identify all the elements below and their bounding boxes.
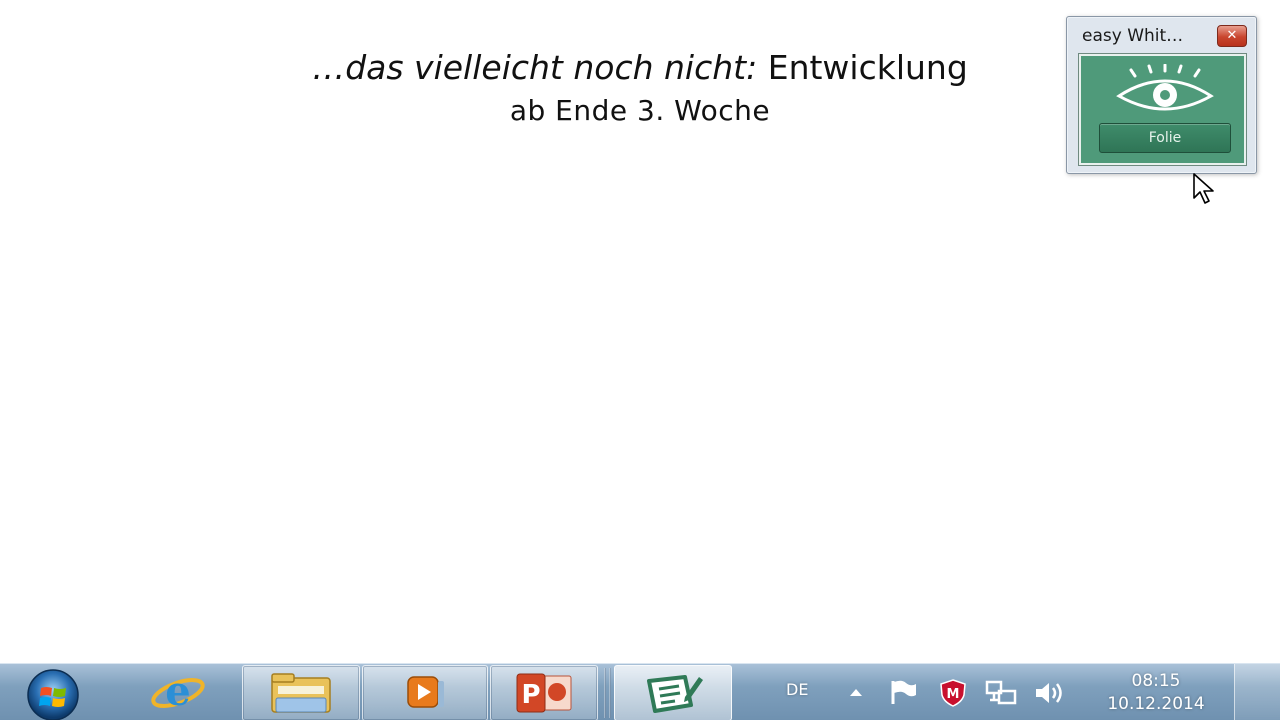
media-play-icon [407,676,444,708]
folder-icon [271,673,331,713]
show-hidden-icons-arrow-icon[interactable] [848,686,864,698]
taskbar-media-player[interactable] [362,665,488,720]
widget-title[interactable]: easy Whit… [1082,26,1183,46]
svg-text:e: e [165,669,190,715]
taskbar: e P DE M 08:15 10.12.2014 [0,663,1280,720]
windows-logo-icon[interactable] [14,666,92,720]
internet-explorer-icon: e [151,669,205,715]
clock-time: 08:15 [1131,671,1181,691]
svg-text:M: M [947,687,960,702]
taskbar-easy-whiteboard[interactable] [614,665,732,720]
folie-button[interactable]: Folie [1099,123,1231,153]
mouse-cursor-icon [1193,173,1214,204]
eye-icon[interactable] [1113,64,1217,118]
taskbar-powerpoint[interactable]: P [490,665,598,720]
network-icon[interactable] [984,678,1018,708]
svg-text:P: P [521,680,540,710]
taskbar-windows-explorer[interactable] [242,665,360,720]
clock-date: 10.12.2014 [1107,694,1205,714]
easy-whiteboard-widget[interactable]: easy Whit… ✕ Folie [1066,16,1257,174]
taskbar-separator [604,668,606,718]
language-indicator[interactable]: DE [786,680,808,699]
slide-title-italic: …das vielleicht noch nicht: [312,48,758,87]
powerpoint-icon: P [516,673,572,713]
slide-title-regular: Entwicklung [767,48,968,87]
taskbar-internet-explorer[interactable]: e [120,665,236,720]
volume-icon[interactable] [1032,678,1068,708]
taskbar-separator [609,668,611,718]
system-clock[interactable]: 08:15 10.12.2014 [1094,670,1218,716]
close-button[interactable]: ✕ [1217,25,1247,47]
action-center-flag-icon[interactable] [888,678,918,706]
show-desktop-button[interactable] [1234,664,1280,720]
mcafee-shield-icon[interactable]: M [938,678,968,708]
widget-panel: Folie [1078,53,1247,166]
whiteboard-pen-icon [647,675,703,713]
